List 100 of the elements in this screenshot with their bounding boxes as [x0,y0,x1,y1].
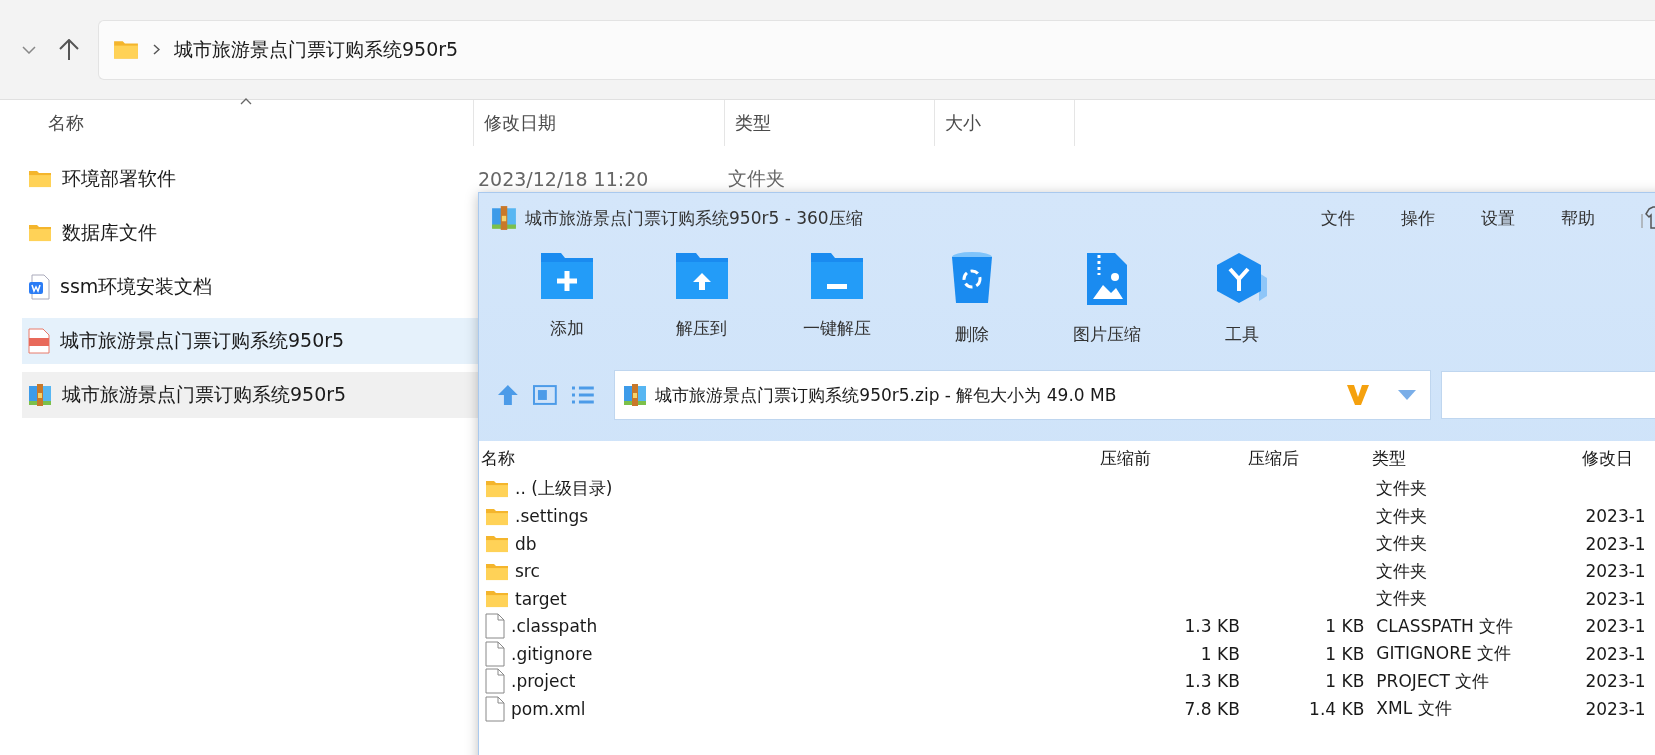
document-icon [28,274,50,300]
arrow-up-icon [58,38,80,61]
file-row[interactable]: ssm环境安装文档 [22,264,478,310]
file-row[interactable]: 环境部署软件 [22,156,478,202]
column-header[interactable]: 修改日期 [474,100,725,146]
column-header[interactable]: 类型 [725,100,935,146]
menu-item[interactable]: 帮助 [1561,206,1595,230]
folder-plus-icon [538,251,595,301]
original-size: 1 KB [1200,643,1240,664]
entry-name[interactable]: .. (上级目录) [515,477,613,501]
file-name: 环境部署软件 [62,166,176,191]
toolbar-button[interactable]: 一键解压 [769,243,904,367]
search-field[interactable] [1441,371,1655,419]
column-header[interactable]: 类型 [1370,446,1580,470]
folder-icon [485,589,509,609]
file-date: 2023/12/18 11:20 [478,168,650,190]
folder-minus-icon [808,251,865,301]
file-name: 城市旅游景点门票订购系统950r5 [60,328,345,353]
entry-date: 2023-1 [1585,616,1646,637]
file-icon [485,640,505,667]
archive-icon [491,205,517,231]
column-header[interactable]: 名称 [479,446,1099,470]
entry-date: 2023-1 [1585,698,1646,719]
entry-name[interactable]: target [515,588,567,609]
compressed-size: 1 KB [1325,616,1365,637]
entry-name[interactable]: .classpath [511,616,598,637]
entry-date: 2023-1 [1585,643,1646,664]
original-size: 7.8 KB [1184,698,1240,719]
column-header[interactable]: 大小 [935,100,1075,146]
toolbar-button[interactable]: 删除 [904,243,1039,367]
entry-name[interactable]: pom.xml [511,698,586,719]
file-row[interactable]: 城市旅游景点门票订购系统950r5 [22,372,478,418]
compressed-size: 1 KB [1325,643,1365,664]
archive-icon [28,383,52,407]
entry-name[interactable]: .project [511,671,576,692]
view-icon[interactable] [532,385,557,405]
entry-date: 2023-1 [1585,671,1646,692]
entry-date: 2023-1 [1585,506,1646,527]
menu-item[interactable]: 操作 [1401,206,1435,230]
folder-icon [113,39,139,60]
archive-icon [623,383,648,407]
original-size: 1.3 KB [1184,671,1240,692]
file-row[interactable]: 数据库文件 [22,210,478,256]
file-icon [485,668,505,695]
entry-name[interactable]: .settings [515,506,589,527]
file-name: 数据库文件 [62,220,157,245]
entry-name[interactable]: .gitignore [511,643,593,664]
file-row[interactable]: 城市旅游景点门票订购系统950r5 [22,318,478,364]
column-header[interactable]: 压缩后 [1245,446,1371,470]
folder-icon [485,561,509,581]
entry-type: GITIGNORE 文件 [1376,642,1512,666]
file-type: 文件夹 [728,166,786,191]
entry-type: CLASSPATH 文件 [1376,614,1514,638]
entry-date: 2023-1 [1585,533,1646,554]
dropdown-caret-icon[interactable] [1398,390,1417,400]
file-name: ssm环境安装文档 [60,274,213,299]
archive-path: 城市旅游景点门票订购系统950r5.zip - 解包大小为 49.0 MB [655,383,1118,407]
entry-type: 文件夹 [1376,477,1428,501]
arrow-up-icon[interactable] [497,384,519,406]
entry-type: 文件夹 [1376,587,1428,611]
toolbar-button[interactable]: 图片压缩 [1039,243,1174,367]
image-file-icon [1084,251,1129,307]
entry-date: 2023-1 [1585,588,1646,609]
entry-name[interactable]: src [515,561,540,582]
window-title: 城市旅游景点门票订购系统950r5 - 360压缩 [525,206,863,230]
folder-icon [485,534,509,554]
entry-date: 2023-1 [1585,561,1646,582]
entry-type: 文件夹 [1376,504,1428,528]
folder-icon [485,479,509,499]
folder-upload-icon [673,251,730,301]
column-header[interactable]: 修改日 [1579,446,1655,470]
compressed-size: 1 KB [1325,671,1365,692]
list-icon[interactable] [570,386,595,404]
file-icon [485,695,505,722]
file-name: 城市旅游景点门票订购系统950r5 [62,382,347,407]
toolbar-button[interactable]: 解压到 [634,243,769,367]
column-header[interactable]: 压缩前 [1098,446,1246,470]
entry-type: PROJECT 文件 [1376,669,1490,693]
compressed-size: 1.4 KB [1309,698,1365,719]
chevron-down-icon [22,45,36,54]
folder-icon [28,169,52,189]
entry-type: 文件夹 [1376,559,1428,583]
menu-item[interactable]: 文件 [1321,206,1355,230]
address-path: 城市旅游景点门票订购系统950r5 [174,36,459,62]
address-bar[interactable]: 城市旅游景点门票订购系统950r5 [98,19,1655,80]
column-header[interactable]: 名称 [0,100,474,146]
entry-type: XML 文件 [1376,697,1452,721]
chevron-right-icon [153,44,160,55]
file-icon [485,613,505,640]
v-logo-icon[interactable] [1346,384,1371,406]
menu-item[interactable]: 设置 [1481,206,1515,230]
original-size: 1.3 KB [1184,616,1240,637]
video-file-icon [28,328,50,354]
toolbar-button[interactable]: 工具 [1174,243,1309,367]
path-field[interactable]: 城市旅游景点门票订购系统950r5.zip - 解包大小为 49.0 MB [614,370,1432,420]
toolbar-button[interactable]: 添加 [499,243,634,367]
entry-name[interactable]: db [515,533,537,554]
entry-type: 文件夹 [1376,532,1428,556]
folder-icon [485,506,509,526]
folder-icon [28,223,52,243]
